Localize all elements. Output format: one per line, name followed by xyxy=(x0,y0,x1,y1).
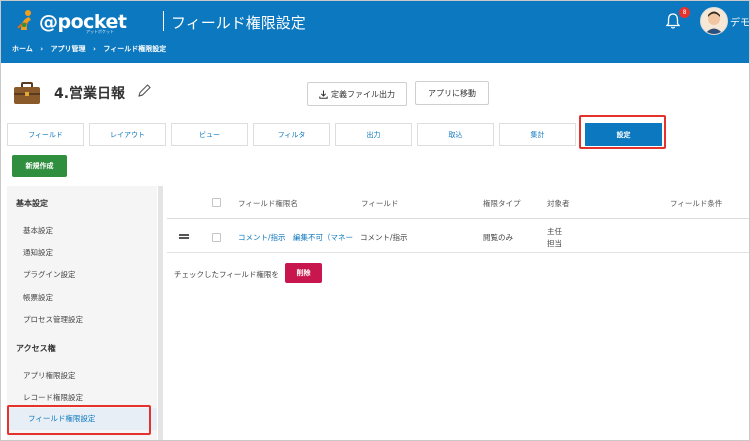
sidebar-heading-access: アクセス権 xyxy=(16,344,56,353)
sidebar-item-notification[interactable]: 通知設定 xyxy=(23,247,53,258)
kangaroo-logo-icon[interactable] xyxy=(15,8,37,32)
table-row[interactable]: コメント/指示 編集不可（マネー コメント/指示 閲覧のみ 主任 担当 xyxy=(167,219,749,253)
user-avatar[interactable] xyxy=(700,7,728,35)
app-name: 4.営業日報 xyxy=(54,86,126,102)
tab-view[interactable]: ビュー xyxy=(171,123,248,146)
delete-button[interactable]: 削除 xyxy=(285,263,322,283)
row-field: コメント/指示 xyxy=(357,232,408,243)
download-icon xyxy=(319,90,328,99)
column-header-type[interactable]: 権限タイプ xyxy=(483,198,521,209)
user-name[interactable]: デモ xyxy=(730,14,749,29)
column-header-target[interactable]: 対象者 xyxy=(547,198,570,209)
column-header-condition[interactable]: フィールド条件 xyxy=(670,198,722,209)
bulk-action-label: チェックしたフィールド権限を xyxy=(174,270,279,279)
drag-handle-icon[interactable] xyxy=(179,234,189,239)
tab-import[interactable]: 取込 xyxy=(417,123,494,146)
sidebar-item-process[interactable]: プロセス管理設定 xyxy=(23,314,83,325)
notification-badge: 8 xyxy=(679,7,690,18)
table-header: フィールド権限名 フィールド 権限タイプ 対象者 フィールド条件 xyxy=(167,186,749,219)
export-definition-button[interactable]: 定義ファイル出力 xyxy=(307,82,407,106)
tab-output[interactable]: 出力 xyxy=(335,123,412,146)
breadcrumb-app-admin[interactable]: アプリ管理 xyxy=(51,45,86,53)
highlight-box-settings-tab xyxy=(579,115,666,149)
sidebar-heading-basic: 基本設定 xyxy=(16,199,48,208)
breadcrumb-home[interactable]: ホーム xyxy=(12,45,33,53)
select-all-checkbox[interactable] xyxy=(212,198,221,207)
page-title: フィールド権限設定 xyxy=(171,14,306,32)
breadcrumb-current: フィールド権限設定 xyxy=(103,45,167,53)
logo-subtext: アットポケット xyxy=(86,29,114,34)
briefcase-icon xyxy=(14,82,40,104)
field-permission-table: フィールド権限名 フィールド 権限タイプ 対象者 フィールド条件 コメント/指示… xyxy=(167,186,749,440)
app-frame: @pocket アットポケット フィールド権限設定 ホーム › アプリ管理 › … xyxy=(0,0,750,441)
row-target-1: 主任 xyxy=(547,227,562,236)
sidebar-scrollbar[interactable] xyxy=(158,186,163,440)
tab-field[interactable]: フィールド xyxy=(7,123,84,146)
pencil-edit-icon[interactable] xyxy=(137,83,152,98)
sidebar-item-basic-settings[interactable]: 基本設定 xyxy=(23,225,53,236)
row-checkbox[interactable] xyxy=(212,233,221,242)
row-type: 閲覧のみ xyxy=(483,233,513,242)
tab-layout[interactable]: レイアウト xyxy=(89,123,166,146)
new-create-button[interactable]: 新規作成 xyxy=(12,155,67,177)
go-to-app-button[interactable]: アプリに移動 xyxy=(415,81,489,105)
top-header: @pocket アットポケット フィールド権限設定 ホーム › アプリ管理 › … xyxy=(1,1,749,63)
breadcrumb-separator: › xyxy=(93,45,96,53)
breadcrumb-separator: › xyxy=(40,45,44,53)
sidebar-item-record-permission[interactable]: レコード権限設定 xyxy=(23,392,83,403)
tab-filter[interactable]: フィルタ xyxy=(253,123,330,146)
column-header-field[interactable]: フィールド xyxy=(361,198,398,209)
row-permission-name[interactable]: コメント/指示 編集不可（マネー xyxy=(238,232,353,243)
breadcrumb: ホーム › アプリ管理 › フィールド権限設定 xyxy=(12,44,166,54)
go-to-app-label: アプリに移動 xyxy=(428,88,476,98)
tab-aggregate[interactable]: 集計 xyxy=(499,123,576,146)
sidebar-item-plugin[interactable]: プラグイン設定 xyxy=(23,269,76,280)
export-definition-label: 定義ファイル出力 xyxy=(331,89,395,99)
highlight-box-field-permission xyxy=(7,405,151,435)
title-divider xyxy=(163,11,164,31)
sidebar-item-report[interactable]: 帳票設定 xyxy=(23,292,53,303)
column-header-name[interactable]: フィールド権限名 xyxy=(238,198,298,209)
row-target-2: 担当 xyxy=(547,239,562,248)
sidebar-item-app-permission[interactable]: アプリ権限設定 xyxy=(23,370,76,381)
